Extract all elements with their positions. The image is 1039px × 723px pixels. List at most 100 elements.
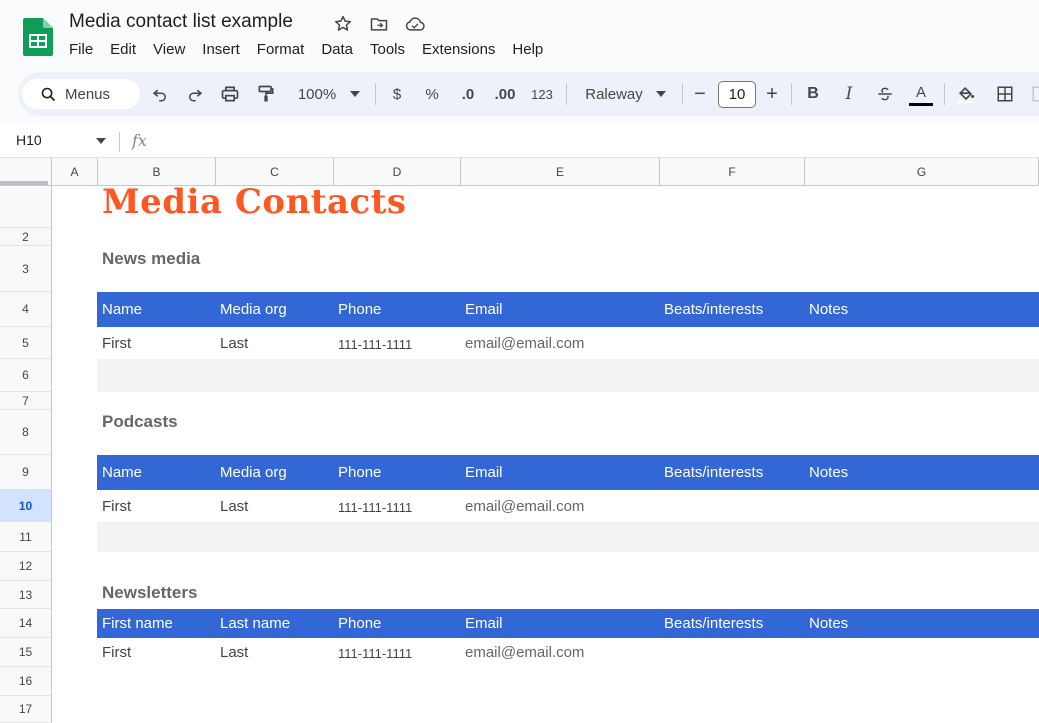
name-box[interactable]: H10 xyxy=(16,132,42,148)
bold-button[interactable]: B xyxy=(802,72,824,116)
row-header-14[interactable]: 14 xyxy=(0,609,52,638)
data-cell[interactable]: email@email.com xyxy=(465,335,584,352)
print-icon[interactable] xyxy=(218,72,242,116)
paint-format-icon[interactable] xyxy=(254,72,278,116)
row-header-13[interactable]: 13 xyxy=(0,581,52,609)
number-format-button[interactable]: 123 xyxy=(528,72,556,116)
data-cell[interactable]: email@email.com xyxy=(465,498,584,515)
text-color-label: A xyxy=(915,83,926,101)
row-header-10[interactable]: 10 xyxy=(0,490,52,522)
search-menus-button[interactable]: Menus xyxy=(22,79,140,109)
column-header-e[interactable]: E xyxy=(461,158,660,186)
row-header-11[interactable]: 11 xyxy=(0,522,52,552)
data-cell[interactable]: First xyxy=(102,335,131,352)
row-header-2[interactable]: 2 xyxy=(0,228,52,246)
column-header-a[interactable]: A xyxy=(52,158,98,186)
text-color-button[interactable]: A xyxy=(907,72,935,116)
header-cell[interactable]: Notes xyxy=(809,464,848,481)
menu-tools[interactable]: Tools xyxy=(370,41,405,58)
sheets-logo-icon[interactable] xyxy=(23,18,53,56)
data-cell[interactable]: 111-111-1111 xyxy=(338,500,412,515)
percent-format-button[interactable]: % xyxy=(421,72,443,116)
spreadsheet-grid[interactable]: A B C D E F G 2 3 4 5 6 7 8 9 10 11 12 1… xyxy=(0,158,1039,723)
header-cell[interactable]: Phone xyxy=(338,615,381,632)
menu-view[interactable]: View xyxy=(153,41,185,58)
row-header-7[interactable]: 7 xyxy=(0,392,52,410)
row-header-3[interactable]: 3 xyxy=(0,246,52,292)
row-header-1[interactable] xyxy=(0,186,52,228)
menu-file[interactable]: File xyxy=(69,41,93,58)
row-header-8[interactable]: 8 xyxy=(0,410,52,455)
header-cell[interactable]: Media org xyxy=(220,464,287,481)
header-cell[interactable]: Notes xyxy=(809,301,848,318)
row-header-16[interactable]: 16 xyxy=(0,667,52,696)
header-cell[interactable]: Beats/interests xyxy=(664,301,763,318)
increase-font-size-button[interactable]: + xyxy=(762,72,782,116)
menu-format[interactable]: Format xyxy=(257,41,305,58)
name-box-dropdown-icon[interactable] xyxy=(96,138,106,144)
decrease-decimal-button[interactable]: .0 xyxy=(455,72,481,116)
row-header-6[interactable]: 6 xyxy=(0,359,52,392)
strikethrough-icon[interactable] xyxy=(874,72,896,116)
section-title-newsletters: Newsletters xyxy=(102,583,198,602)
data-cell[interactable]: Last xyxy=(220,644,248,661)
row-header-9[interactable]: 9 xyxy=(0,455,52,490)
currency-format-button[interactable]: $ xyxy=(386,72,408,116)
menu-data[interactable]: Data xyxy=(321,41,353,58)
data-cell[interactable]: Last xyxy=(220,335,248,352)
cloud-saved-icon[interactable] xyxy=(404,13,426,35)
header-cell[interactable]: Phone xyxy=(338,464,381,481)
header-cell[interactable]: Notes xyxy=(809,615,848,632)
header-cell[interactable]: Media org xyxy=(220,301,287,318)
menu-edit[interactable]: Edit xyxy=(110,41,136,58)
row-header-15[interactable]: 15 xyxy=(0,638,52,667)
data-cell[interactable]: First xyxy=(102,498,131,515)
data-cell[interactable]: 111-111-1111 xyxy=(338,337,412,352)
sheet-cells[interactable]: Media Contacts News media Name Media org… xyxy=(52,182,1039,723)
undo-icon[interactable] xyxy=(148,72,172,116)
formula-input[interactable] xyxy=(160,128,1030,154)
row-header-12[interactable]: 12 xyxy=(0,552,52,581)
table-row[interactable] xyxy=(97,522,1039,552)
star-icon[interactable] xyxy=(332,13,354,35)
zoom-dropdown-icon[interactable] xyxy=(346,72,364,116)
merge-cells-icon[interactable] xyxy=(1028,72,1039,116)
row-header-17[interactable]: 17 xyxy=(0,696,52,723)
font-family-select[interactable]: Raleway xyxy=(578,72,650,116)
header-cell[interactable]: First name xyxy=(102,615,173,632)
header-cell[interactable]: Beats/interests xyxy=(664,464,763,481)
data-cell[interactable]: Last xyxy=(220,498,248,515)
document-title[interactable]: Media contact list example xyxy=(69,11,293,33)
column-header-f[interactable]: F xyxy=(660,158,805,186)
menu-insert[interactable]: Insert xyxy=(202,41,240,58)
menu-extensions[interactable]: Extensions xyxy=(422,41,495,58)
font-dropdown-icon[interactable] xyxy=(652,72,670,116)
italic-button[interactable]: I xyxy=(838,72,860,116)
data-cell[interactable]: First xyxy=(102,644,131,661)
header-cell[interactable]: Email xyxy=(465,615,503,632)
header-cell[interactable]: Name xyxy=(102,301,142,318)
row-header-5[interactable]: 5 xyxy=(0,327,52,359)
menu-help[interactable]: Help xyxy=(512,41,543,58)
header-cell[interactable]: Email xyxy=(465,301,503,318)
increase-decimal-button[interactable]: .00 xyxy=(490,72,520,116)
table-row[interactable] xyxy=(97,359,1039,392)
header-cell[interactable]: Beats/interests xyxy=(664,615,763,632)
zoom-select[interactable]: 100% xyxy=(290,72,344,116)
section-title-news-media: News media xyxy=(102,249,201,268)
borders-icon[interactable] xyxy=(993,72,1017,116)
header-cell[interactable]: Name xyxy=(102,464,142,481)
header-cell[interactable]: Email xyxy=(465,464,503,481)
data-cell[interactable]: email@email.com xyxy=(465,644,584,661)
header-cell[interactable]: Phone xyxy=(338,301,381,318)
font-size-input[interactable]: 10 xyxy=(718,81,756,108)
column-header-g[interactable]: G xyxy=(805,158,1039,186)
move-to-folder-icon[interactable] xyxy=(368,13,390,35)
decrease-font-size-button[interactable]: − xyxy=(690,72,710,116)
data-cell[interactable]: 111-111-1111 xyxy=(338,646,412,661)
fill-color-icon[interactable] xyxy=(954,72,978,116)
select-all-corner[interactable] xyxy=(0,158,52,186)
row-header-4[interactable]: 4 xyxy=(0,292,52,327)
redo-icon[interactable] xyxy=(183,72,207,116)
header-cell[interactable]: Last name xyxy=(220,615,290,632)
